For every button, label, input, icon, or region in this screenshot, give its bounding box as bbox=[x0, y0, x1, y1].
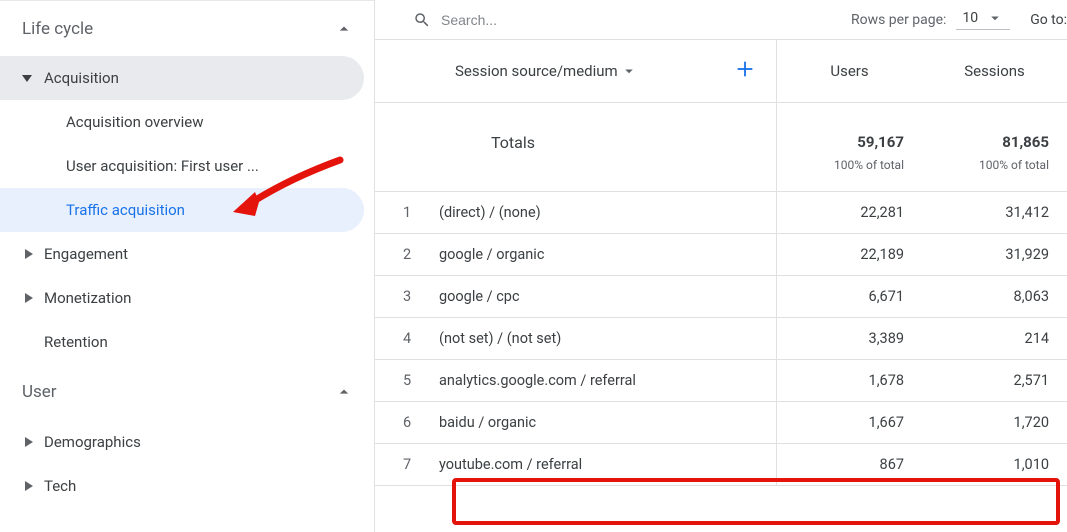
nav-group-engagement[interactable]: Engagement bbox=[0, 232, 374, 276]
main-content: Rows per page: 10 Go to: Session source/… bbox=[375, 0, 1067, 532]
totals-label: Totals bbox=[491, 133, 535, 152]
row-sessions-value: 214 bbox=[922, 318, 1067, 360]
table-toolbar: Rows per page: 10 Go to: bbox=[375, 0, 1067, 40]
nav-item-traffic-acquisition[interactable]: Traffic acquisition bbox=[0, 188, 364, 232]
triangle-right-icon bbox=[22, 481, 36, 491]
triangle-right-icon bbox=[22, 437, 36, 447]
add-dimension-button[interactable] bbox=[734, 58, 756, 84]
data-table: Session source/medium Users Sessions Tot… bbox=[375, 40, 1067, 486]
rows-value: 10 bbox=[962, 10, 978, 26]
triangle-right-icon bbox=[22, 249, 36, 259]
row-sessions-value: 31,929 bbox=[922, 234, 1067, 276]
row-users-value: 3,389 bbox=[777, 318, 922, 360]
row-dimension-value[interactable]: google / cpc bbox=[425, 276, 777, 318]
row-sessions-value: 1,010 bbox=[922, 444, 1067, 486]
nav-group-label: Demographics bbox=[44, 433, 141, 451]
plus-icon bbox=[734, 58, 756, 80]
row-dimension-value[interactable]: analytics.google.com / referral bbox=[425, 360, 777, 402]
row-dimension-value[interactable]: google / organic bbox=[425, 234, 777, 276]
triangle-down-icon bbox=[22, 73, 36, 83]
row-sessions-value: 8,063 bbox=[922, 276, 1067, 318]
rows-label: Rows per page: bbox=[851, 12, 946, 28]
totals-sessions-pct: 100% of total bbox=[979, 158, 1049, 172]
row-sessions-value: 31,412 bbox=[922, 192, 1067, 234]
metric-header-users[interactable]: Users bbox=[777, 40, 922, 103]
section-heading-user[interactable]: User bbox=[0, 364, 374, 420]
nav-group-monetization[interactable]: Monetization bbox=[0, 276, 374, 320]
metric-header-sessions[interactable]: Sessions bbox=[922, 40, 1067, 103]
totals-users: 59,167 100% of total bbox=[777, 103, 922, 192]
dimension-header[interactable]: Session source/medium bbox=[375, 40, 777, 103]
row-users-value: 1,678 bbox=[777, 360, 922, 402]
nav-item-label: Traffic acquisition bbox=[66, 201, 185, 219]
nav-item-label: Retention bbox=[44, 333, 108, 351]
goto-label[interactable]: Go to: bbox=[1030, 12, 1067, 28]
row-index: 7 bbox=[375, 444, 425, 486]
nav-group-label: Monetization bbox=[44, 289, 131, 307]
totals-users-value: 59,167 bbox=[795, 133, 904, 151]
row-sessions-value: 1,720 bbox=[922, 402, 1067, 444]
triangle-right-icon bbox=[22, 293, 36, 303]
dropdown-icon bbox=[986, 9, 1004, 27]
row-users-value: 1,667 bbox=[777, 402, 922, 444]
search-field[interactable] bbox=[413, 11, 851, 29]
nav-item-acquisition-overview[interactable]: Acquisition overview bbox=[0, 100, 364, 144]
nav-item-label: Acquisition overview bbox=[66, 113, 204, 131]
nav-group-label: Acquisition bbox=[44, 69, 119, 87]
section-label: User bbox=[22, 382, 57, 402]
totals-label-cell: Totals bbox=[375, 103, 777, 192]
totals-sessions-value: 81,865 bbox=[940, 133, 1049, 151]
totals-users-pct: 100% of total bbox=[834, 158, 904, 172]
row-dimension-value[interactable]: baidu / organic bbox=[425, 402, 777, 444]
row-index: 5 bbox=[375, 360, 425, 402]
nav-group-label: Engagement bbox=[44, 245, 128, 263]
row-dimension-value[interactable]: youtube.com / referral bbox=[425, 444, 777, 486]
row-users-value: 867 bbox=[777, 444, 922, 486]
row-sessions-value: 2,571 bbox=[922, 360, 1067, 402]
row-index: 3 bbox=[375, 276, 425, 318]
nav-group-acquisition[interactable]: Acquisition bbox=[0, 56, 364, 100]
sidebar: Life cycle Acquisition Acquisition overv… bbox=[0, 0, 375, 532]
nav-item-retention[interactable]: Retention bbox=[0, 320, 374, 364]
row-users-value: 22,189 bbox=[777, 234, 922, 276]
rows-per-page[interactable]: Rows per page: 10 bbox=[851, 9, 1010, 30]
row-users-value: 6,671 bbox=[777, 276, 922, 318]
row-dimension-value[interactable]: (direct) / (none) bbox=[425, 192, 777, 234]
row-users-value: 22,281 bbox=[777, 192, 922, 234]
row-index: 1 bbox=[375, 192, 425, 234]
row-index: 6 bbox=[375, 402, 425, 444]
section-label: Life cycle bbox=[22, 19, 93, 39]
nav-group-label: Tech bbox=[44, 477, 76, 495]
dropdown-icon bbox=[620, 62, 638, 80]
nav-group-tech[interactable]: Tech bbox=[0, 464, 374, 508]
search-icon bbox=[413, 11, 431, 29]
chevron-up-icon bbox=[334, 382, 354, 402]
nav-item-user-acquisition[interactable]: User acquisition: First user ... bbox=[0, 144, 364, 188]
search-input[interactable] bbox=[441, 12, 581, 28]
rows-select[interactable]: 10 bbox=[956, 9, 1010, 30]
row-index: 4 bbox=[375, 318, 425, 360]
nav-item-label: User acquisition: First user ... bbox=[66, 157, 259, 175]
totals-sessions: 81,865 100% of total bbox=[922, 103, 1067, 192]
dimension-name: Session source/medium bbox=[455, 62, 618, 80]
nav-group-demographics[interactable]: Demographics bbox=[0, 420, 374, 464]
row-dimension-value[interactable]: (not set) / (not set) bbox=[425, 318, 777, 360]
chevron-up-icon bbox=[334, 19, 354, 39]
row-index: 2 bbox=[375, 234, 425, 276]
section-heading-lifecycle[interactable]: Life cycle bbox=[0, 0, 374, 56]
